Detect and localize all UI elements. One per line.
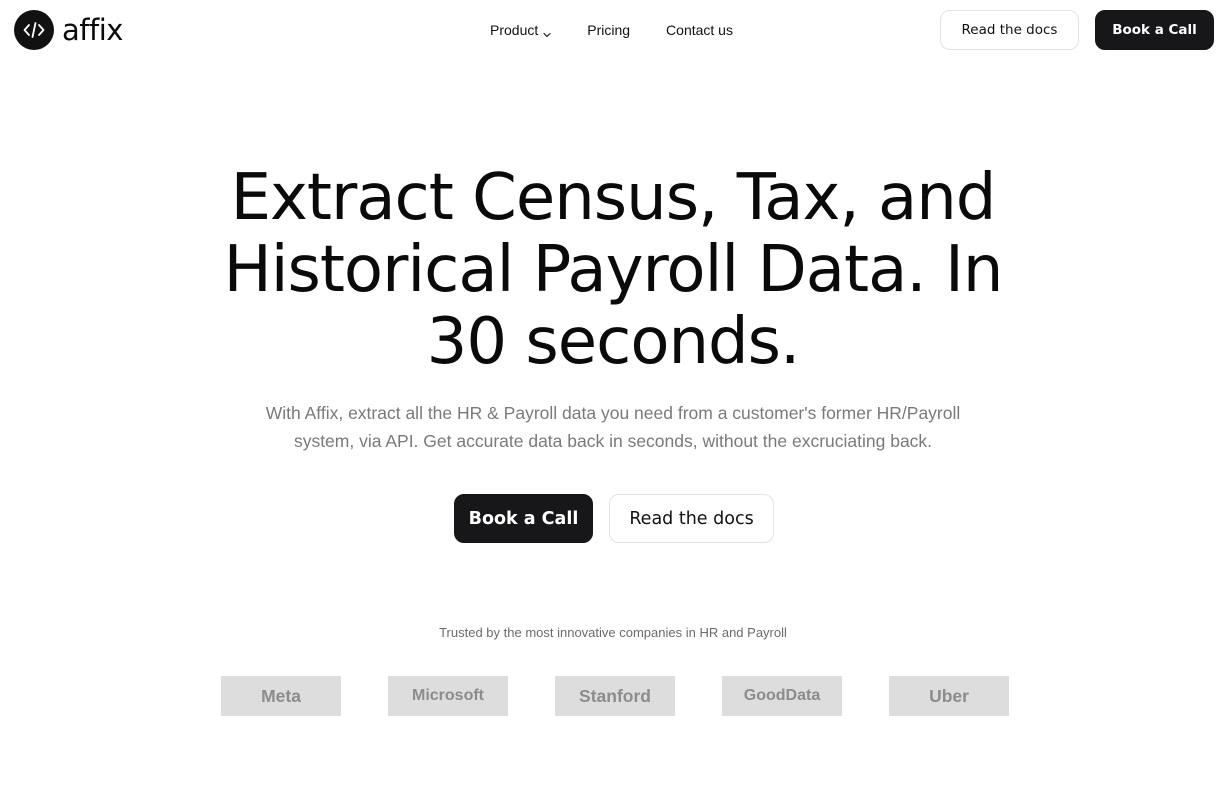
- main-nav: Product Pricing Contact us: [490, 0, 733, 60]
- brand-logo[interactable]: affix: [14, 10, 123, 50]
- hero-title-line-3: 30 seconds.: [426, 305, 801, 379]
- nav-item-pricing[interactable]: Pricing: [587, 22, 630, 38]
- header-actions: Read the docs Book a Call: [940, 10, 1214, 50]
- code-icon: [14, 10, 54, 50]
- hero-subtitle: With Affix, extract all the HR & Payroll…: [250, 399, 976, 455]
- customer-logo-uber: Uber: [889, 676, 1009, 716]
- customer-logo-stanford: Stanford: [555, 676, 675, 716]
- hero-read-docs-button[interactable]: Read the docs: [609, 494, 774, 543]
- nav-item-product[interactable]: Product: [490, 22, 551, 38]
- brand-name: affix: [62, 13, 123, 47]
- nav-item-contact-label: Contact us: [666, 22, 733, 38]
- hero-subtitle-line-1: With Affix, extract all the HR & Payroll…: [265, 403, 961, 423]
- customer-logo-microsoft: Microsoft: [388, 676, 508, 716]
- hero-book-call-button[interactable]: Book a Call: [454, 494, 593, 543]
- nav-item-product-label: Product: [490, 22, 539, 38]
- nav-item-contact[interactable]: Contact us: [666, 22, 733, 38]
- hero-subtitle-line-2: system, via API. Get accurate data back …: [293, 431, 933, 451]
- site-header: affix Product Pricing Contact us Read th…: [0, 0, 1226, 60]
- customer-logo-gooddata: GoodData: [722, 676, 842, 716]
- hero-title-line-1: Extract Census, Tax, and: [230, 161, 997, 235]
- hero-title: Extract Census, Tax, and Historical Payr…: [0, 162, 1226, 378]
- chevron-down-icon: [543, 26, 551, 38]
- hero-actions: Book a Call Read the docs: [454, 494, 774, 543]
- hero-title-line-2: Historical Payroll Data. In: [223, 233, 1004, 307]
- nav-item-pricing-label: Pricing: [587, 22, 631, 38]
- customer-logos: Meta Microsoft Stanford GoodData Uber: [221, 676, 1009, 716]
- trusted-by-text: Trusted by the most innovative companies…: [439, 625, 787, 640]
- customer-logo-meta: Meta: [221, 676, 341, 716]
- header-read-docs-button[interactable]: Read the docs: [940, 10, 1079, 50]
- landing-page: affix Product Pricing Contact us Read th…: [0, 0, 1226, 801]
- header-book-call-button[interactable]: Book a Call: [1095, 10, 1214, 50]
